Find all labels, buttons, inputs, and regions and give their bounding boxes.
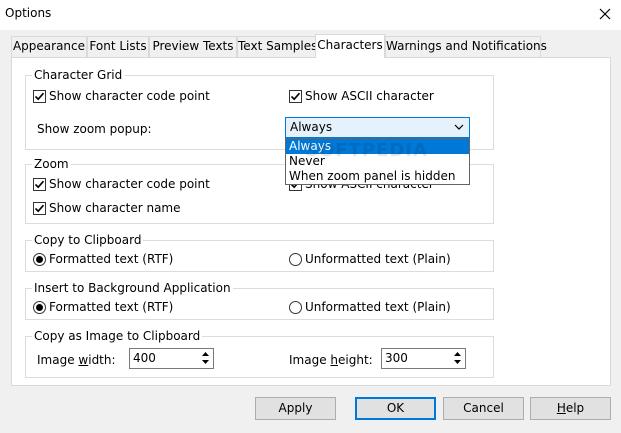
title-bar: Options — [0, 0, 621, 30]
insert-unformatted-radio[interactable] — [289, 301, 302, 314]
radio-selected-dot — [36, 304, 43, 311]
zoom-popup-label: Show zoom popup: — [37, 122, 152, 136]
cancel-button[interactable]: Cancel — [443, 397, 524, 420]
triangle-down-icon — [201, 360, 209, 364]
insert-formatted-radio[interactable] — [33, 301, 46, 314]
spin-up-button[interactable] — [198, 350, 212, 358]
copy-image-title: Copy as Image to Clipboard — [32, 328, 203, 344]
chevron-down-icon — [454, 124, 464, 130]
image-height-value: 300 — [385, 351, 408, 365]
tab-characters[interactable]: Characters — [315, 34, 385, 58]
zoom-show-code-point-checkbox[interactable] — [33, 178, 46, 191]
grid-show-ascii-label: Show ASCII character — [305, 89, 434, 103]
image-height-spinner[interactable]: 300 — [381, 348, 466, 369]
spin-down-button[interactable] — [198, 358, 212, 366]
triangle-up-icon — [453, 352, 461, 356]
spin-down-button[interactable] — [450, 358, 464, 366]
grid-show-code-point-label: Show character code point — [49, 89, 210, 103]
triangle-down-icon — [453, 360, 461, 364]
tab-font-lists[interactable]: Font Lists — [87, 36, 149, 57]
clipboard-formatted-radio[interactable] — [33, 253, 46, 266]
ok-button[interactable]: OK — [355, 397, 436, 420]
copy-to-clipboard-title: Copy to Clipboard — [32, 232, 144, 248]
clipboard-unformatted-radio[interactable] — [289, 253, 302, 266]
spin-up-button[interactable] — [450, 350, 464, 358]
image-width-spinner[interactable]: 400 — [129, 348, 214, 369]
image-width-label-post: idth: — [88, 353, 116, 367]
characters-panel: Character Grid Show character code point… — [11, 57, 611, 386]
close-icon — [599, 8, 611, 20]
zoom-show-name-label: Show character name — [49, 201, 181, 215]
apply-button[interactable]: Apply — [255, 397, 336, 420]
help-accel: H — [556, 401, 566, 415]
zoom-show-name-checkbox[interactable] — [33, 202, 46, 215]
character-grid-title: Character Grid — [32, 67, 125, 83]
tab-appearance[interactable]: Appearance — [11, 36, 87, 57]
image-width-value: 400 — [133, 351, 156, 365]
tab-preview-texts[interactable]: Preview Texts — [149, 36, 237, 57]
image-height-label-pre: Image — [289, 353, 331, 367]
tab-text-samples[interactable]: Text Samples — [237, 36, 317, 57]
image-width-label-pre: Image — [37, 353, 79, 367]
checkmark-icon — [34, 92, 45, 101]
grid-show-code-point-checkbox[interactable] — [33, 90, 46, 103]
image-height-label: Image height: — [289, 352, 373, 368]
zoom-popup-select[interactable]: Always — [285, 117, 470, 138]
window-title: Options — [5, 6, 52, 20]
triangle-up-icon — [201, 352, 209, 356]
insert-background-title: Insert to Background Application — [32, 280, 233, 296]
image-height-label-post: eight: — [338, 353, 373, 367]
close-button[interactable] — [589, 0, 621, 28]
checkmark-icon — [34, 204, 45, 213]
zoom-title: Zoom — [32, 156, 71, 172]
tab-warnings-and-notifications[interactable]: Warnings and Notifications — [385, 36, 547, 57]
zoom-popup-value: Always — [290, 120, 333, 134]
radio-selected-dot — [36, 256, 43, 263]
help-label-rest: elp — [565, 401, 585, 415]
image-height-label-accel: h — [330, 353, 339, 367]
clipboard-unformatted-label: Unformatted text (Plain) — [305, 252, 451, 266]
help-button[interactable]: Help — [530, 397, 611, 420]
insert-unformatted-label: Unformatted text (Plain) — [305, 300, 451, 314]
dropdown-option-when-hidden[interactable]: When zoom panel is hidden — [286, 169, 469, 184]
checkmark-icon — [34, 180, 45, 189]
image-width-label-accel: w — [78, 353, 89, 367]
insert-formatted-label: Formatted text (RTF) — [49, 300, 174, 314]
watermark: SOFTPEDIA — [305, 140, 428, 161]
checkmark-icon — [290, 92, 301, 101]
zoom-show-code-point-label: Show character code point — [49, 177, 210, 191]
grid-show-ascii-checkbox[interactable] — [289, 90, 302, 103]
image-width-label: Image width: — [37, 352, 116, 368]
clipboard-formatted-label: Formatted text (RTF) — [49, 252, 174, 266]
